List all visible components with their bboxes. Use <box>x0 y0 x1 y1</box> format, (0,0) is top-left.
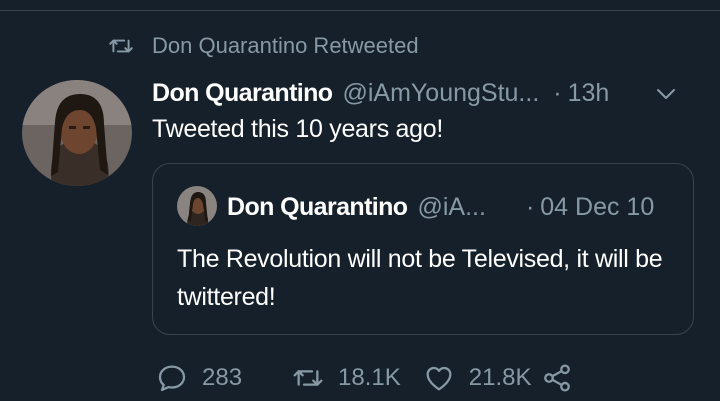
avatar[interactable] <box>22 80 132 186</box>
display-name[interactable]: Don Quarantino <box>152 79 333 108</box>
share-icon <box>544 364 571 392</box>
quoted-tweet[interactable]: Don Quarantino @iA... · 04 Dec 10 The Re… <box>152 163 694 335</box>
retweet-button[interactable]: 18.1K <box>292 362 401 394</box>
reply-icon <box>158 365 186 392</box>
tweet-actions: 283 18.1K 21.8K <box>156 360 573 396</box>
tweet-header: Don Quarantino @iAmYoungStu... · 13h <box>152 76 708 110</box>
retweet-icon <box>109 39 133 53</box>
quote-user-handle: @iA... <box>417 192 486 221</box>
quote-display-name: Don Quarantino <box>227 192 408 221</box>
quote-avatar <box>177 186 217 226</box>
tweet-text: Tweeted this 10 years ago! <box>152 115 443 143</box>
tweet-timestamp[interactable]: 13h <box>568 79 610 108</box>
retweet-label: Don Quarantino Retweeted <box>152 33 419 58</box>
retweet-count: 18.1K <box>338 364 401 391</box>
chevron-down-icon[interactable] <box>654 82 678 106</box>
like-button[interactable]: 21.8K <box>423 362 532 394</box>
retweet-context[interactable]: Don Quarantino Retweeted <box>108 32 419 60</box>
like-count: 21.8K <box>468 364 532 391</box>
share-button[interactable] <box>541 362 573 394</box>
quote-text: The Revolution will not be Televised, it… <box>177 245 663 311</box>
retweet-icon <box>293 370 323 386</box>
reply-count: 283 <box>202 364 243 391</box>
heart-icon <box>426 366 452 391</box>
quote-date: 04 Dec 10 <box>540 192 655 221</box>
quote-separator-dot: · <box>525 192 535 221</box>
top-divider <box>0 10 720 11</box>
separator-dot: · <box>553 78 562 107</box>
reply-button[interactable]: 283 <box>156 362 242 394</box>
user-handle[interactable]: @iAmYoungStu... <box>342 79 539 108</box>
quote-header: Don Quarantino @iA... · 04 Dec 10 <box>227 190 687 224</box>
